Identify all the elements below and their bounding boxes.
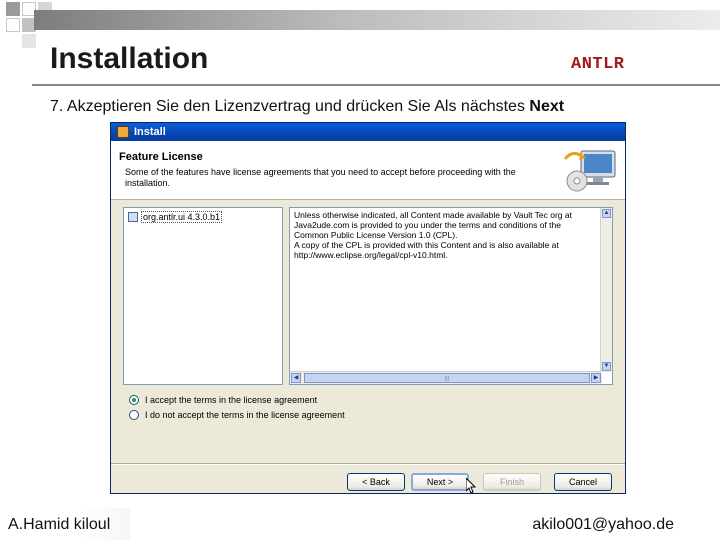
step-bold-text: Next bbox=[529, 98, 565, 115]
license-vertical-scrollbar[interactable]: ▲ ▼ bbox=[600, 208, 612, 372]
back-button[interactable]: < Back bbox=[347, 473, 405, 491]
slide-title: Installation bbox=[50, 42, 209, 75]
accept-license-option[interactable]: I accept the terms in the license agreem… bbox=[129, 395, 317, 405]
scroll-thumb[interactable]: ||| bbox=[304, 373, 590, 383]
deco-square bbox=[6, 18, 20, 32]
install-dialog: Install Feature License Some of the feat… bbox=[110, 122, 626, 494]
feature-icon bbox=[128, 212, 138, 222]
footer-author: A.Hamid kiloul bbox=[8, 516, 111, 533]
step-text: 7. Akzeptieren Sie den Lizenzvertrag und… bbox=[50, 98, 525, 115]
slide-footer: A.Hamid kiloul akilo001@yahoo.de bbox=[0, 508, 720, 540]
accept-radio[interactable] bbox=[129, 395, 139, 405]
deco-square bbox=[22, 34, 36, 48]
cancel-button[interactable]: Cancel bbox=[554, 473, 612, 491]
decline-radio[interactable] bbox=[129, 410, 139, 420]
feature-list[interactable]: org.antlr.ui 4.3.0.b1 bbox=[123, 207, 283, 385]
accept-radio-label[interactable]: I accept the terms in the license agreem… bbox=[145, 395, 317, 405]
header-title: Feature License bbox=[119, 151, 203, 163]
scroll-right-icon[interactable]: ▶ bbox=[591, 373, 601, 383]
title-divider bbox=[32, 84, 720, 86]
deco-square bbox=[6, 2, 20, 16]
install-wizard-icon bbox=[563, 150, 616, 192]
license-text: Unless otherwise indicated, all Content … bbox=[294, 210, 572, 260]
dialog-titlebar[interactable]: Install bbox=[111, 123, 625, 141]
scroll-down-icon[interactable]: ▼ bbox=[602, 362, 611, 371]
decline-license-option[interactable]: I do not accept the terms in the license… bbox=[129, 410, 345, 420]
dialog-header: Feature License Some of the features hav… bbox=[111, 141, 625, 200]
title-decoration-bar bbox=[34, 10, 720, 30]
feature-item-label: org.antlr.ui 4.3.0.b1 bbox=[141, 211, 223, 223]
dialog-title: Install bbox=[134, 126, 166, 138]
scroll-up-icon[interactable]: ▲ bbox=[602, 209, 611, 218]
footer-email: akilo001@yahoo.de bbox=[532, 516, 674, 533]
next-button[interactable]: Next > bbox=[411, 473, 469, 491]
dialog-separator bbox=[111, 463, 625, 465]
slide-tag: ANTLR bbox=[571, 55, 625, 74]
header-description: Some of the features have license agreem… bbox=[125, 167, 516, 188]
install-icon bbox=[117, 126, 129, 138]
step-instruction: 7. Akzeptieren Sie den Lizenzvertrag und… bbox=[50, 98, 564, 116]
finish-button[interactable]: Finish bbox=[483, 473, 541, 491]
decline-radio-label[interactable]: I do not accept the terms in the license… bbox=[145, 410, 345, 420]
scroll-left-icon[interactable]: ◀ bbox=[291, 373, 301, 383]
license-text-box[interactable]: Unless otherwise indicated, all Content … bbox=[289, 207, 613, 385]
license-horizontal-scrollbar[interactable]: ◀ ||| ▶ bbox=[290, 371, 602, 384]
feature-list-item[interactable]: org.antlr.ui 4.3.0.b1 bbox=[128, 211, 223, 223]
mouse-cursor-icon bbox=[466, 478, 476, 494]
